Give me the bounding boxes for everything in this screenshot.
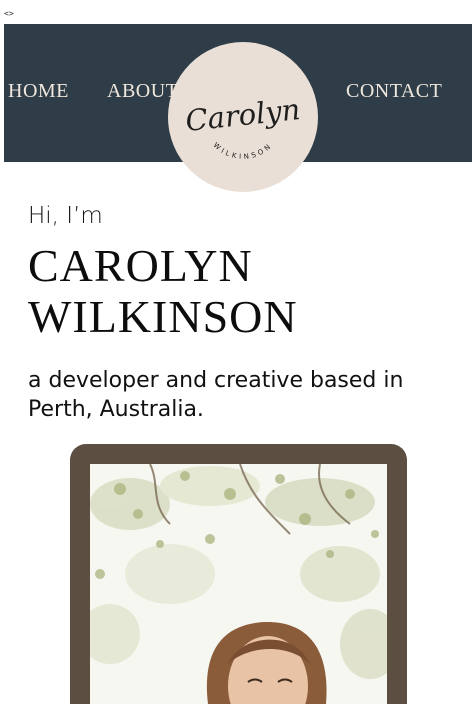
svg-text:WILKINSON: WILKINSON [212, 141, 275, 161]
hero-name-first: CAROLYN [28, 240, 253, 291]
hero-tagline: a developer and creative based in Perth,… [28, 368, 404, 422]
portrait-photo-art [90, 464, 387, 704]
site-logo[interactable]: Carolyn WILKINSON [168, 42, 318, 192]
hero-name: CAROLYN WILKINSON [28, 240, 448, 342]
nav-link-contact[interactable]: CONTACT [346, 80, 442, 103]
portrait-frame [70, 444, 407, 704]
logo-emblem: Carolyn WILKINSON [184, 92, 302, 161]
logo-script-text: Carolyn [184, 92, 302, 138]
code-tag-icon: <> [4, 9, 14, 18]
hero-name-last: WILKINSON [28, 291, 298, 342]
top-nav-bar: HOME ABOUT CONTACT Carolyn WILKINSON [4, 24, 472, 192]
hero-greeting: Hi, I’m [28, 203, 103, 229]
nav-link-home[interactable]: HOME [8, 80, 69, 103]
portrait-photo [90, 464, 387, 704]
logo-sub-text: WILKINSON [212, 141, 272, 161]
